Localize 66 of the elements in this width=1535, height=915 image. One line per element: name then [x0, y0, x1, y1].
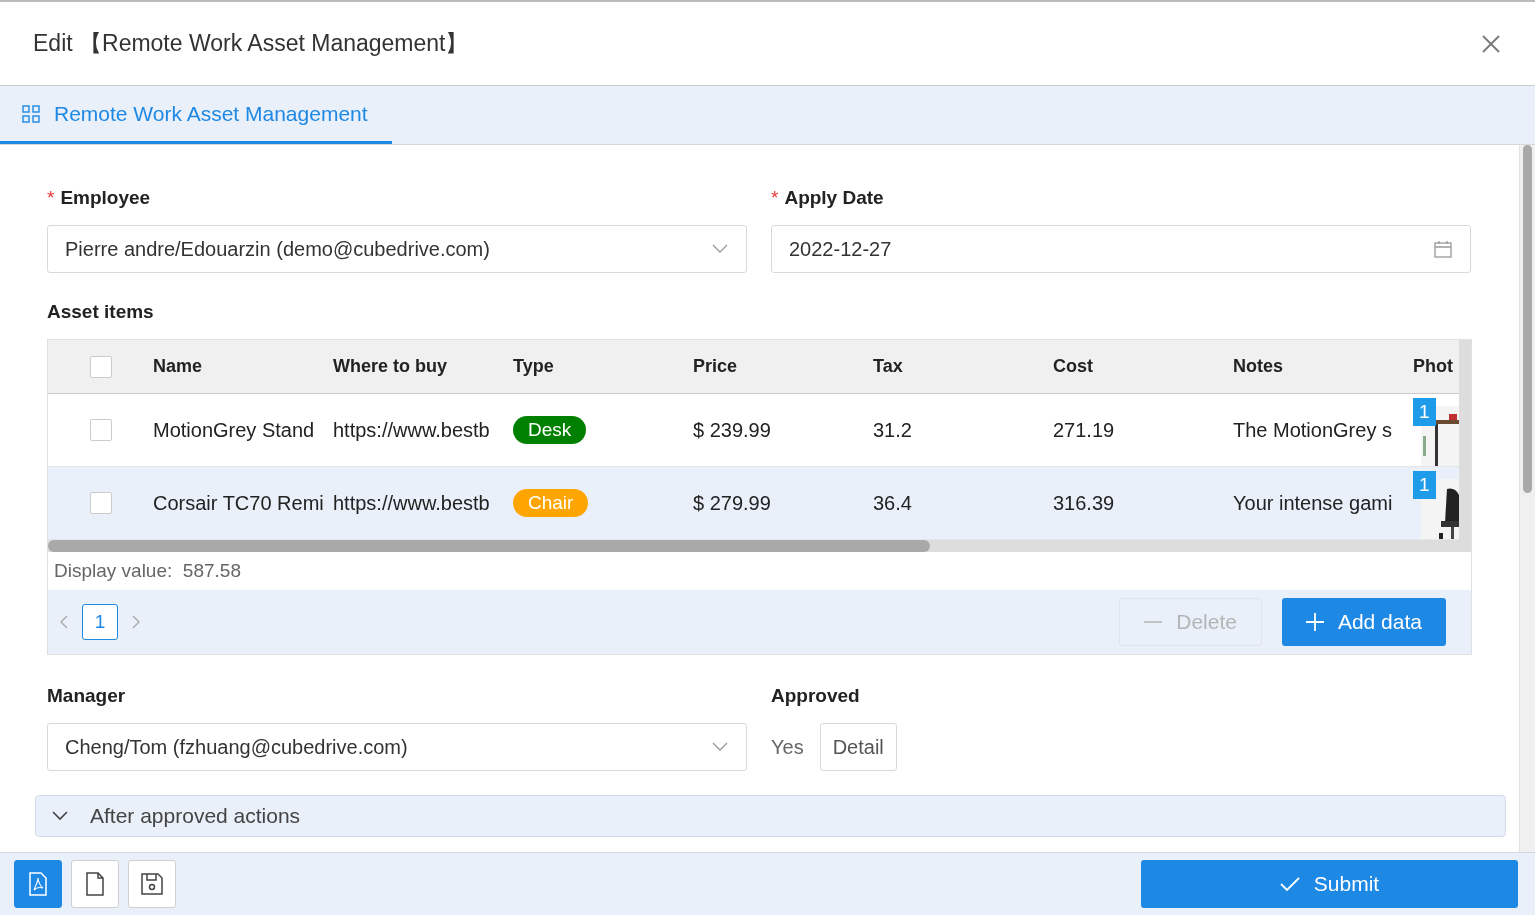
chevron-right-icon[interactable] [132, 615, 140, 629]
required-mark: * [47, 187, 55, 209]
table-cell-text: https://www.bestb [333, 491, 491, 515]
table-cell-text: Corsair TC70 Remi [153, 491, 325, 515]
detail-button[interactable]: Detail [819, 723, 897, 771]
table-cell-text: MotionGrey Stand [153, 418, 316, 442]
chevron-down-icon [712, 244, 728, 254]
table-cell-text: $ 239.99 [693, 418, 772, 442]
required-mark: * [771, 187, 779, 209]
type-tag: Chair [513, 489, 589, 517]
save-icon [141, 873, 163, 895]
dialog-title: Edit 【Remote Work Asset Management】 [33, 29, 469, 58]
table-cell-text: https://www.bestb [333, 418, 491, 442]
date-field[interactable]: 2022-12-27 [771, 225, 1471, 273]
table-cell-text: Your intense gami [1233, 491, 1394, 515]
submit-button[interactable]: Submit [1141, 860, 1518, 908]
approved-value: Yes [771, 735, 804, 759]
scrollbar-thumb[interactable] [48, 540, 930, 552]
manager-select[interactable]: Cheng/Tom (fzhuang@cubedrive.com) [47, 723, 747, 771]
column-header: Type [513, 356, 555, 377]
field-label: Apply Date [784, 187, 884, 209]
calendar-icon [1434, 240, 1452, 258]
table-cell-text: $ 279.99 [693, 491, 772, 515]
table-cell-text: 271.19 [1053, 418, 1116, 442]
count-badge: 1 [1413, 398, 1436, 426]
pdf-button[interactable] [14, 860, 62, 908]
pdf-file-icon [28, 872, 48, 896]
collapsible-panel-header[interactable]: After approved actions [35, 795, 1506, 837]
file-button[interactable] [71, 860, 119, 908]
row-checkbox[interactable] [89, 419, 112, 441]
select-all-checkbox[interactable] [89, 355, 112, 378]
column-header: Cost [1053, 356, 1094, 377]
check-icon [1279, 876, 1300, 892]
grid-icon [22, 104, 40, 123]
table-cell-text: 31.2 [873, 418, 913, 442]
chevron-icon [52, 811, 68, 821]
column-header: Name [153, 356, 204, 377]
save-button[interactable] [128, 860, 176, 908]
minus-icon [1144, 621, 1163, 623]
table-cell-text: 316.39 [1053, 491, 1116, 515]
close-icon[interactable] [1481, 33, 1501, 54]
column-header: Where to buy [333, 356, 448, 377]
page-button[interactable]: 1 [82, 604, 118, 640]
section-label: Asset items [47, 301, 155, 323]
field-label: Manager [47, 685, 126, 707]
employee-select[interactable]: Pierre andre/Edouarzin (demo@cubedrive.com) [47, 225, 747, 273]
add-data-button[interactable]: Add data [1281, 598, 1446, 646]
column-header: Phot [1413, 356, 1454, 377]
display-value: Display value: 587.58 [54, 560, 241, 582]
table-row[interactable]: Corsair TC70 Remi https://www.bestb Chair $ 279.99 36.4 316.39 Your intense gami 1 [48, 467, 1459, 540]
scrollbar-thumb[interactable] [1523, 145, 1532, 493]
file-icon [85, 872, 105, 896]
table-cell-text: 36.4 [873, 491, 913, 515]
scrollbar[interactable] [1459, 340, 1471, 540]
type-tag: Desk [513, 416, 587, 444]
column-header: Price [693, 356, 739, 377]
plus-icon [1305, 613, 1324, 631]
chevron-left-icon[interactable] [60, 615, 68, 629]
column-header: Tax [873, 356, 904, 377]
field-label: Employee [60, 187, 151, 209]
chevron-down-icon [712, 742, 728, 752]
count-badge: 1 [1413, 471, 1436, 499]
column-header: Notes [1233, 356, 1284, 377]
table-cell-text: The MotionGrey s [1233, 418, 1393, 442]
row-checkbox[interactable] [89, 492, 112, 514]
field-label: Approved [771, 685, 861, 707]
